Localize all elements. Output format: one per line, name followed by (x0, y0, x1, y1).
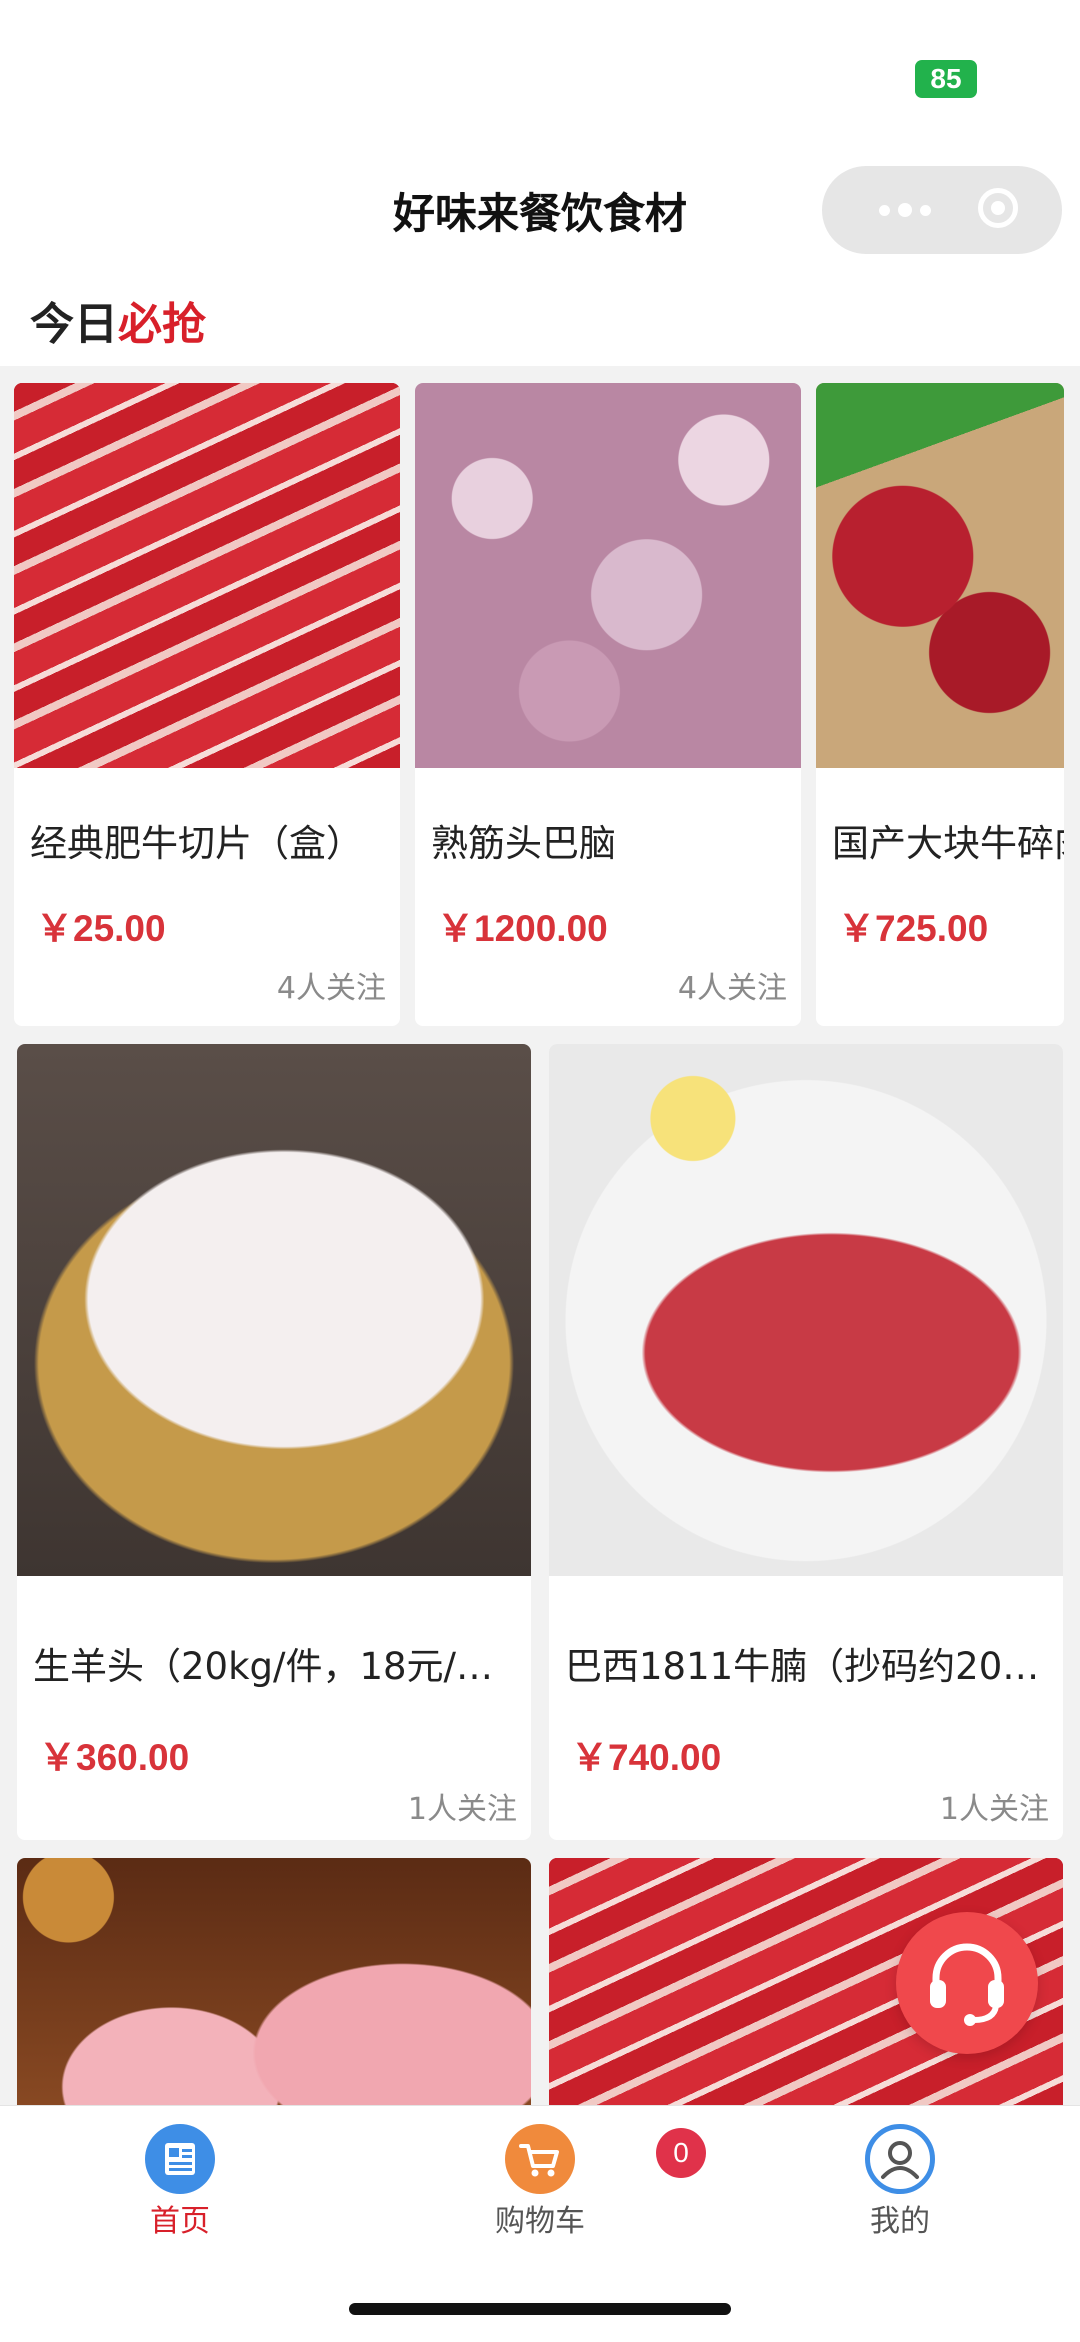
product-card[interactable]: 巴西1811牛腩（抄码约20… ￥740.00 1人关注 (549, 1044, 1063, 1840)
product-name: 巴西1811牛腩（抄码约20… (565, 1645, 1040, 1688)
tab-mine[interactable]: 我的 (800, 2106, 1000, 2246)
battery-indicator: 85 (915, 60, 977, 98)
product-price: ￥725.00 (838, 908, 989, 949)
product-followers: 4人关注 (677, 971, 787, 1006)
status-bar: 85 (0, 0, 1080, 150)
product-image (816, 383, 1064, 768)
product-name: 国产大块牛碎肉 (832, 822, 1064, 865)
product-name: 熟筋头巴脑 (431, 822, 616, 865)
customer-service-button[interactable] (896, 1912, 1038, 2054)
product-image (14, 383, 400, 768)
mini-program-capsule (822, 166, 1062, 254)
product-image (17, 1858, 531, 2118)
headset-icon (930, 1943, 1004, 2026)
more-dots-icon (879, 204, 890, 216)
cart-count-badge: 0 (656, 2128, 706, 2178)
home-indicator[interactable] (349, 2303, 731, 2315)
product-followers: 1人关注 (407, 1792, 517, 1827)
product-price: ￥25.00 (36, 908, 166, 949)
section-title-plain: 今日 (30, 299, 118, 350)
section-header: 今日必抢 (0, 270, 1080, 366)
product-card[interactable]: 生羊头（20kg/件，18元/… ￥360.00 1人关注 (17, 1044, 531, 1840)
product-price: ￥740.00 (571, 1737, 722, 1778)
product-price: ￥1200.00 (437, 908, 608, 949)
product-followers: 1人关注 (939, 1792, 1049, 1827)
shopping-cart-icon (505, 2124, 575, 2194)
tab-cart-label: 购物车 (495, 2204, 585, 2239)
close-program-button[interactable] (978, 188, 1018, 228)
tab-mine-label: 我的 (870, 2204, 930, 2239)
product-card[interactable]: 熟筋头巴脑 ￥1200.00 4人关注 (415, 383, 801, 1026)
user-profile-icon (865, 2124, 935, 2194)
tab-cart[interactable]: 购物车 (440, 2106, 640, 2246)
product-image (17, 1044, 531, 1576)
tab-home[interactable]: 首页 (80, 2106, 280, 2246)
product-image (549, 1044, 1063, 1576)
product-price: ￥360.00 (39, 1737, 190, 1778)
title-bar: 好味来餐饮食材 (0, 150, 1080, 270)
product-card[interactable]: 国产大块牛碎肉 ￥725.00 (816, 383, 1064, 1026)
more-options-button[interactable] (860, 166, 950, 254)
home-news-icon (145, 2124, 215, 2194)
product-name: 经典肥牛切片（盒） (30, 822, 363, 865)
product-card[interactable] (17, 1858, 531, 2118)
section-title: 今日必抢 (30, 288, 206, 352)
product-card[interactable]: 经典肥牛切片（盒） ￥25.00 4人关注 (14, 383, 400, 1026)
product-image (415, 383, 801, 768)
section-title-accent: 必抢 (118, 299, 206, 350)
product-name: 生羊头（20kg/件，18元/… (33, 1645, 494, 1688)
tab-home-label: 首页 (150, 2204, 210, 2239)
product-followers: 4人关注 (276, 971, 386, 1006)
